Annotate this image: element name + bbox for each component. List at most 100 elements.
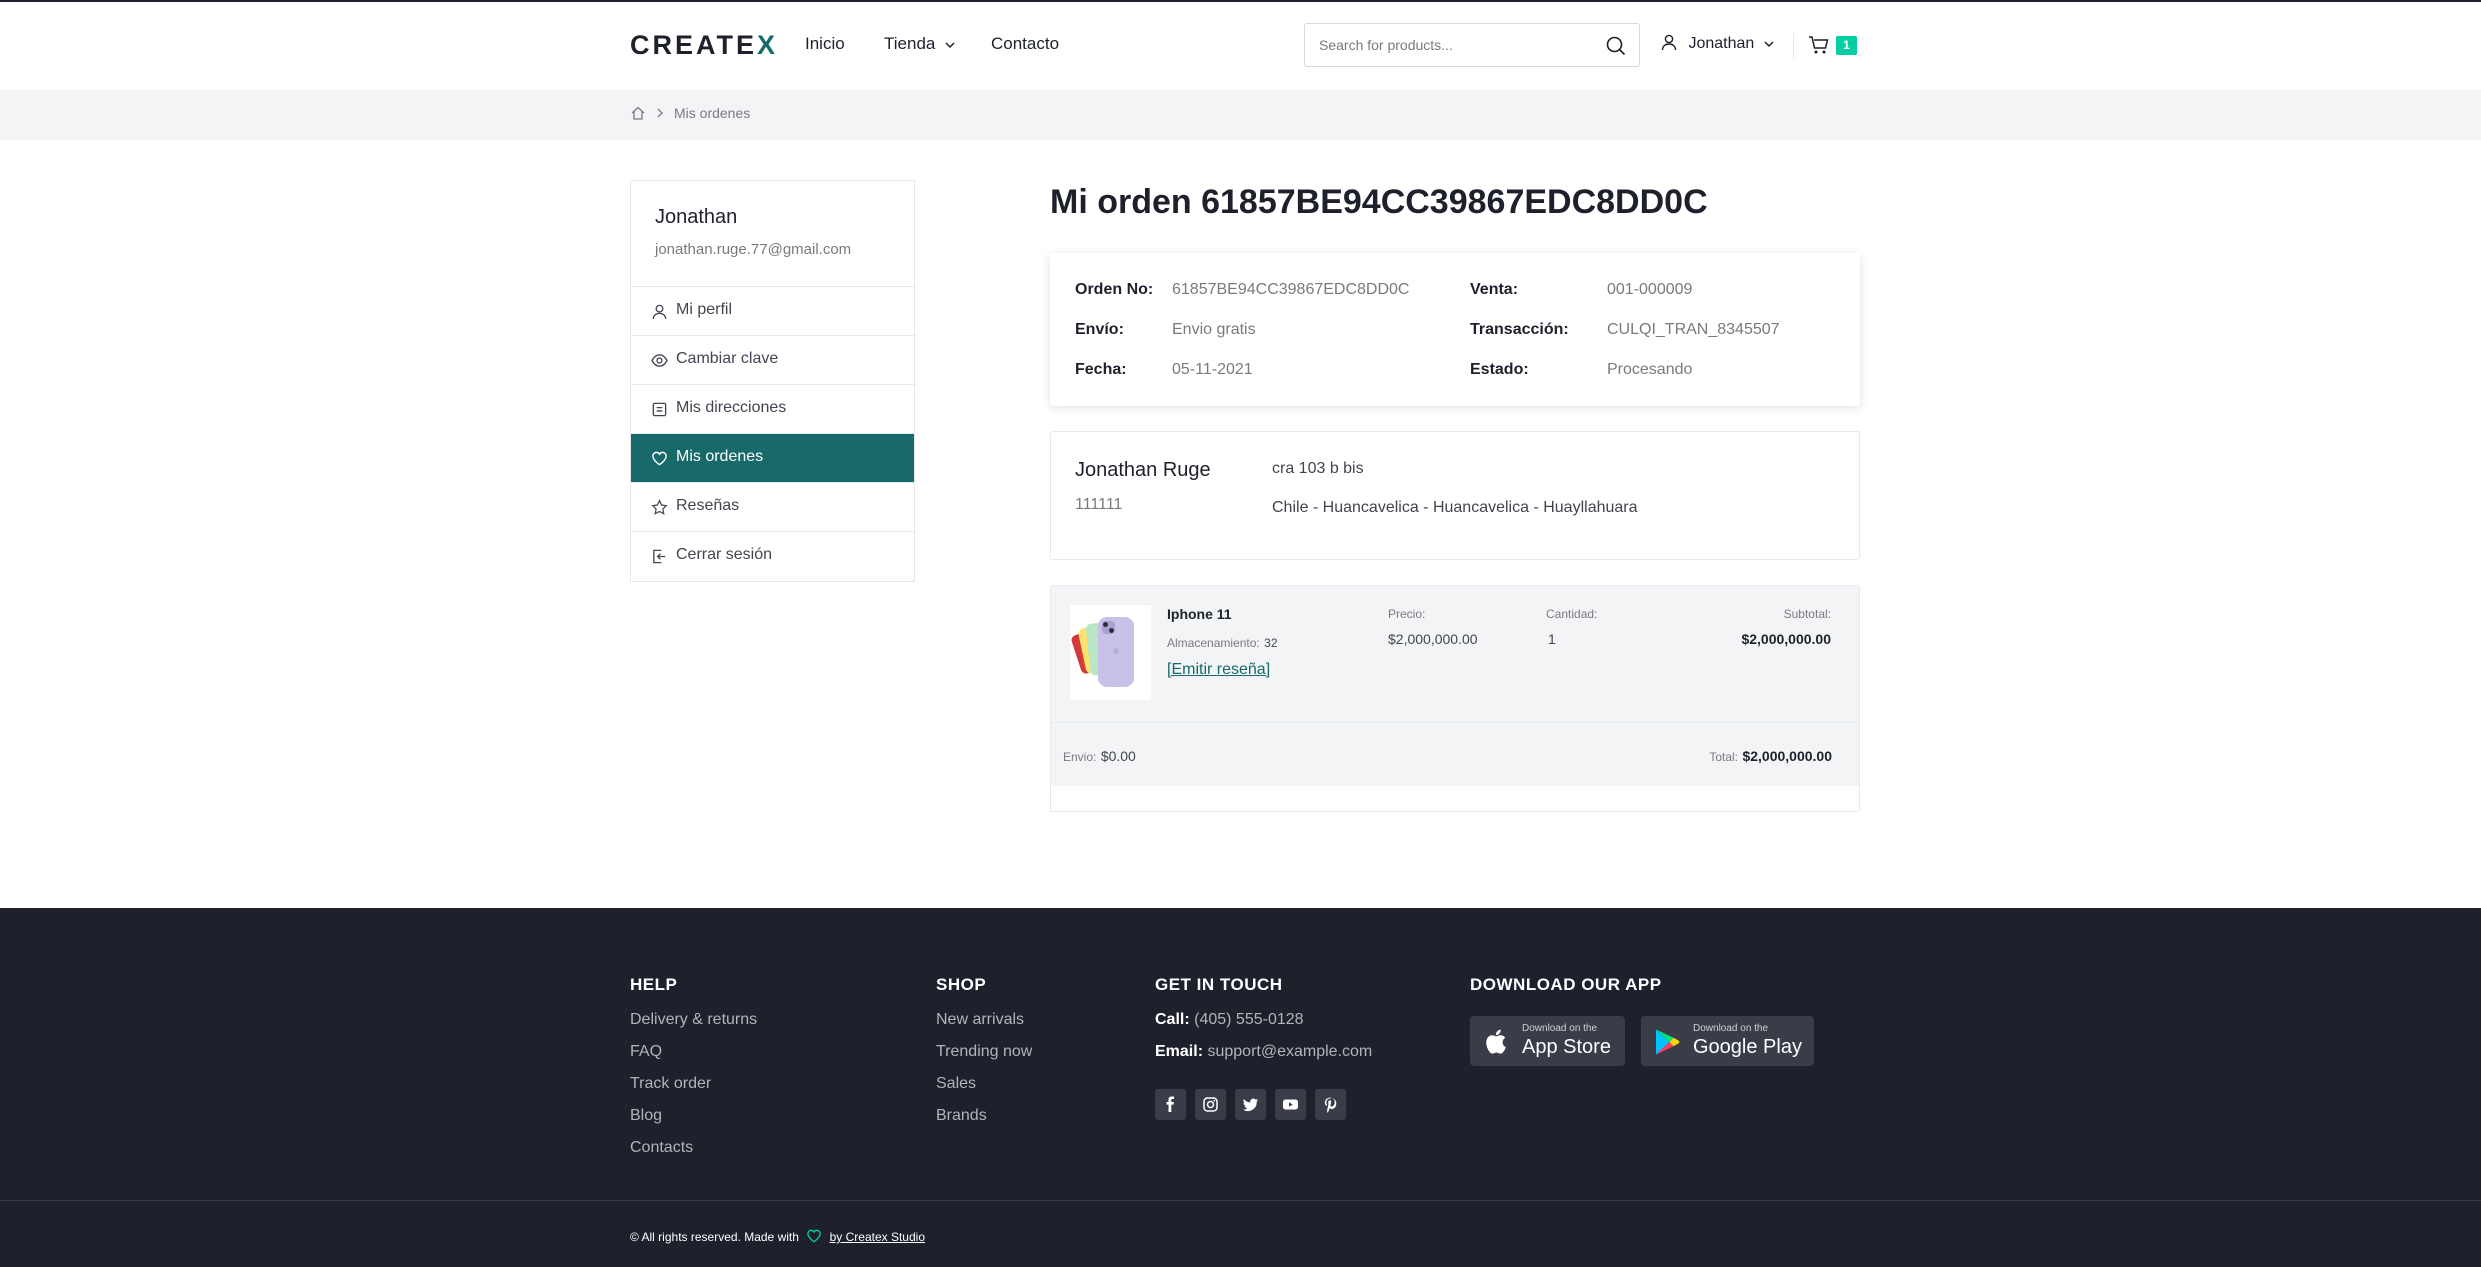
- storage-label: Almacenamiento:: [1167, 636, 1260, 650]
- sidebar-item-mi-perfil[interactable]: Mi perfil: [631, 286, 914, 335]
- quantity-label: Cantidad:: [1546, 607, 1598, 621]
- call-label: Call:: [1155, 1011, 1190, 1028]
- product-name[interactable]: Iphone 11: [1167, 606, 1232, 622]
- product-image[interactable]: [1070, 605, 1151, 700]
- order-no-label: Orden No:: [1075, 281, 1154, 298]
- write-review-link[interactable]: [Emitir reseña]: [1167, 661, 1270, 679]
- app-store-label: App Store: [1522, 1036, 1611, 1058]
- subtotal-label: Subtotal:: [1783, 607, 1831, 621]
- price-value: $2,000,000.00: [1388, 631, 1478, 647]
- envio-value: Envio gratis: [1172, 321, 1256, 338]
- instagram-icon[interactable]: [1195, 1089, 1226, 1120]
- google-play-small-text: Download on the: [1693, 1023, 1769, 1034]
- call-number[interactable]: (405) 555-0128: [1194, 1011, 1303, 1028]
- logout-icon: [653, 549, 666, 564]
- total-value: $2,000,000.00: [1742, 748, 1832, 764]
- google-play-button[interactable]: Download on the Google Play: [1641, 1016, 1814, 1066]
- footer-email: Email: support@example.com: [1155, 1043, 1372, 1061]
- user-icon: [1661, 34, 1677, 51]
- address-line-2: Chile - Huancavelica - Huancavelica - Hu…: [1272, 499, 1638, 516]
- sidebar-user-name: Jonathan: [655, 206, 738, 228]
- footer-call: Call: (405) 555-0128: [1155, 1011, 1304, 1029]
- footer-divider: [0, 1200, 2481, 1201]
- cart-icon[interactable]: [1808, 35, 1830, 55]
- nav-tienda[interactable]: Tienda: [884, 34, 956, 54]
- estado-label: Estado:: [1470, 361, 1529, 378]
- breadcrumb: Mis ordenes: [0, 90, 2481, 140]
- footer-link-faq[interactable]: FAQ: [630, 1043, 662, 1061]
- footer-help-title: HELP: [630, 975, 678, 994]
- nav-tienda-label: Tienda: [884, 34, 936, 53]
- recipient-phone: 111111: [1075, 496, 1123, 513]
- search-input[interactable]: [1319, 34, 1589, 56]
- sidebar-user-email: jonathan.ruge.77@gmail.com: [655, 241, 852, 258]
- footer-link-brands[interactable]: Brands: [936, 1107, 987, 1125]
- sidebar-item-label: Cerrar sesión: [676, 546, 773, 563]
- logo[interactable]: CREATEX: [630, 30, 778, 61]
- fecha-label: Fecha:: [1075, 361, 1127, 378]
- envio-label: Envío:: [1075, 321, 1124, 338]
- sidebar-item-mis-direcciones[interactable]: Mis direcciones: [631, 384, 914, 433]
- pinterest-icon[interactable]: [1315, 1089, 1346, 1120]
- page-title: Mi orden 61857BE94CC39867EDC8DD0C: [1050, 183, 1708, 221]
- sidebar-item-cerrar-sesion[interactable]: Cerrar sesión: [631, 531, 914, 580]
- venta-label: Venta:: [1470, 281, 1519, 298]
- shipping-address-card: [1050, 431, 1860, 560]
- sidebar-item-label: Mi perfil: [676, 301, 733, 318]
- chevron-right-icon: [657, 108, 663, 118]
- facebook-icon[interactable]: [1155, 1089, 1186, 1120]
- breadcrumb-current: Mis ordenes: [674, 105, 751, 121]
- recipient-name: Jonathan Ruge: [1075, 459, 1211, 481]
- app-store-button[interactable]: Download on the App Store: [1470, 1016, 1625, 1066]
- sidebar-item-label: Mis direcciones: [676, 399, 787, 416]
- search-box: [1304, 23, 1640, 67]
- site-footer: [0, 908, 2481, 1267]
- nav-contacto[interactable]: Contacto: [991, 34, 1059, 54]
- apple-icon: [1486, 1029, 1506, 1054]
- footer-link-track-order[interactable]: Track order: [630, 1075, 711, 1093]
- footer-link-new-arrivals[interactable]: New arrivals: [936, 1011, 1024, 1029]
- star-icon: [651, 499, 668, 515]
- footer-link-blog[interactable]: Blog: [630, 1107, 662, 1125]
- user-menu[interactable]: Jonathan: [1660, 33, 1775, 53]
- user-icon: [652, 304, 667, 320]
- twitter-icon[interactable]: [1235, 1089, 1266, 1120]
- clipboard-icon: [652, 402, 667, 417]
- sidebar-item-mis-ordenes[interactable]: Mis ordenes: [631, 433, 914, 482]
- sidebar-item-label: Mis ordenes: [676, 448, 764, 465]
- total-label: Total:: [1709, 750, 1739, 764]
- heart-icon: [652, 451, 667, 466]
- heart-icon: [807, 1229, 822, 1243]
- footer-app-title: DOWNLOAD OUR APP: [1470, 975, 1662, 994]
- google-play-label: Google Play: [1693, 1036, 1802, 1058]
- transaccion-label: Transacción:: [1470, 321, 1569, 338]
- search-icon[interactable]: [1605, 35, 1627, 57]
- footer-shop-title: SHOP: [936, 975, 987, 994]
- eye-icon: [651, 354, 668, 367]
- credit-link[interactable]: by Createx Studio: [830, 1230, 925, 1244]
- total-summary: Total: $2,000,000.00: [1600, 748, 1832, 766]
- order-no-value: 61857BE94CC39867EDC8DD0C: [1172, 281, 1410, 298]
- footer-contact-title: GET IN TOUCH: [1155, 975, 1283, 994]
- footer-link-contacts[interactable]: Contacts: [630, 1139, 693, 1157]
- shipping-value: $0.00: [1100, 748, 1136, 764]
- chevron-down-icon: [945, 41, 955, 48]
- product-storage: Almacenamiento: 32: [1167, 634, 1278, 652]
- address-line-1: cra 103 b bis: [1272, 460, 1364, 477]
- footer-link-trending[interactable]: Trending now: [936, 1043, 1032, 1061]
- copyright-text: © All rights reserved. Made with: [630, 1230, 799, 1244]
- google-play-icon: [1656, 1029, 1680, 1055]
- user-name: Jonathan: [1688, 35, 1755, 52]
- home-icon[interactable]: [630, 105, 646, 121]
- app-store-small-text: Download on the: [1522, 1023, 1598, 1034]
- shipping-label: Envio:: [1063, 750, 1097, 764]
- nav-inicio[interactable]: Inicio: [805, 34, 845, 54]
- footer-link-sales[interactable]: Sales: [936, 1075, 976, 1093]
- sidebar-item-cambiar-clave[interactable]: Cambiar clave: [631, 335, 914, 384]
- youtube-icon[interactable]: [1275, 1089, 1306, 1120]
- footer-link-delivery[interactable]: Delivery & returns: [630, 1011, 757, 1029]
- estado-value: Procesando: [1607, 361, 1693, 378]
- sidebar-item-resenas[interactable]: Reseñas: [631, 482, 914, 531]
- header-divider: [1793, 33, 1794, 59]
- email-address[interactable]: support@example.com: [1207, 1043, 1372, 1060]
